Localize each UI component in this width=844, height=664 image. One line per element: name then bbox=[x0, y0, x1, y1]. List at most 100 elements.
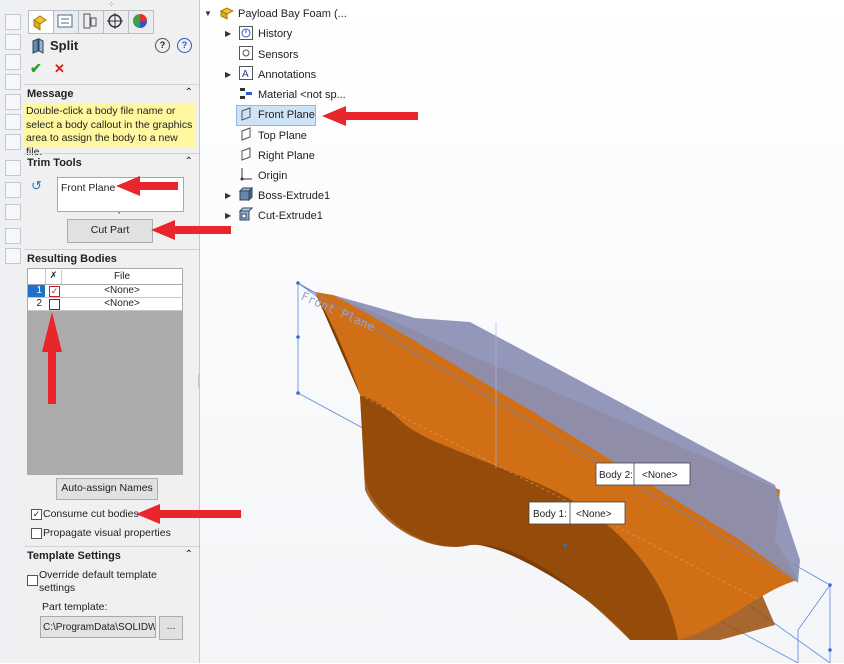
manager-tabs bbox=[24, 8, 199, 34]
toolbar-icon[interactable] bbox=[5, 54, 21, 70]
plane-icon bbox=[241, 107, 251, 121]
history-icon bbox=[239, 26, 253, 40]
ok-check-icon[interactable]: ✔ bbox=[30, 60, 42, 77]
toolbar-icon[interactable] bbox=[5, 228, 21, 244]
origin-icon bbox=[240, 168, 252, 181]
override-template-label: Override default template settings bbox=[39, 569, 157, 594]
cut-extrude-icon bbox=[239, 207, 253, 221]
help-tips-icon[interactable]: ? bbox=[155, 38, 170, 53]
configuration-icon bbox=[83, 13, 97, 29]
collapse-icon[interactable]: ⌃ bbox=[185, 87, 193, 98]
display-manager-icon bbox=[133, 14, 147, 28]
propagate-visual-label: Propagate visual properties bbox=[43, 527, 171, 539]
expand-arrow-icon[interactable]: ▶ bbox=[225, 191, 231, 200]
column-file-header: File bbox=[113, 271, 131, 282]
property-icon bbox=[57, 14, 73, 28]
bodies-table: ✗ File 1 ✓ <None> 2 <None> bbox=[27, 268, 183, 475]
collapse-icon[interactable]: ⌃ bbox=[185, 156, 193, 167]
tree-item-top-plane[interactable]: Top Plane bbox=[258, 127, 307, 145]
consume-cut-bodies-checkbox[interactable]: ✓ bbox=[31, 509, 42, 520]
property-manager: ⁘ Split ? ? ✔ ✕ Message ⌃ Double-click a… bbox=[24, 0, 200, 663]
tree-item-front-plane[interactable]: Front Plane bbox=[258, 106, 315, 124]
tab-configuration-manager[interactable] bbox=[78, 10, 104, 34]
toolbar-icon[interactable] bbox=[5, 94, 21, 110]
tree-item-annotations[interactable]: Annotations bbox=[258, 66, 316, 84]
auto-assign-names-button[interactable]: Auto-assign Names bbox=[56, 478, 158, 500]
tab-feature-manager[interactable] bbox=[28, 10, 54, 34]
table-row[interactable]: 2 <None> bbox=[28, 298, 182, 311]
propagate-visual-checkbox[interactable] bbox=[31, 528, 42, 539]
template-settings-header: Template Settings bbox=[27, 550, 121, 562]
command-strip bbox=[0, 0, 25, 663]
row-file[interactable]: <None> bbox=[62, 298, 182, 310]
toolbar-icon[interactable] bbox=[5, 114, 21, 130]
trim-tool-selection-box[interactable]: Front Plane bbox=[57, 177, 184, 212]
row-file[interactable]: <None> bbox=[62, 285, 182, 297]
panel-title: Split bbox=[50, 38, 79, 53]
plane-icon bbox=[241, 127, 251, 141]
expand-arrow-icon[interactable]: ▶ bbox=[225, 70, 231, 79]
row-index: 1 bbox=[28, 285, 45, 297]
message-text: Double-click a body file name or select … bbox=[24, 104, 195, 158]
toolbar-icon[interactable] bbox=[5, 160, 21, 176]
crosshair-icon bbox=[107, 13, 123, 29]
row-checkbox[interactable] bbox=[49, 299, 60, 310]
plane-icon bbox=[241, 147, 251, 161]
tree-item-right-plane[interactable]: Right Plane bbox=[258, 147, 315, 165]
cancel-x-icon[interactable]: ✕ bbox=[54, 61, 65, 77]
tab-dimxpert-manager[interactable] bbox=[103, 10, 129, 34]
toolbar-icon[interactable] bbox=[5, 248, 21, 264]
collapse-icon[interactable]: ⌃ bbox=[185, 549, 193, 560]
split-icon bbox=[32, 38, 44, 54]
resulting-bodies-header: Resulting Bodies bbox=[27, 253, 117, 265]
collapse-arrow-icon[interactable]: ▼ bbox=[204, 9, 212, 18]
table-header: ✗ File bbox=[28, 269, 182, 285]
extrude-icon bbox=[239, 187, 253, 201]
part-icon bbox=[220, 7, 234, 20]
tab-property-manager[interactable] bbox=[53, 10, 79, 34]
message-header: Message bbox=[27, 88, 74, 100]
row-index: 2 bbox=[36, 298, 42, 309]
trim-tools-header: Trim Tools bbox=[27, 157, 82, 169]
body-2-callout[interactable]: Body 2: <None> bbox=[595, 462, 691, 486]
body-1-name: Body 1: bbox=[533, 509, 567, 520]
tree-item-history[interactable]: History bbox=[258, 25, 292, 43]
trim-tool-icon: ↺ bbox=[31, 178, 42, 193]
toolbar-icon[interactable] bbox=[5, 134, 21, 150]
help-icon[interactable]: ? bbox=[177, 38, 192, 53]
body-1-callout[interactable]: Body 1: <None> bbox=[528, 501, 626, 525]
tab-display-manager[interactable] bbox=[128, 10, 154, 34]
cut-part-button[interactable]: Cut Part bbox=[67, 219, 153, 243]
tree-item-cut-extrude[interactable]: Cut-Extrude1 bbox=[258, 207, 323, 225]
feature-tree: ▼ Payload Bay Foam (... ▶ History Sensor… bbox=[200, 0, 844, 230]
toolbar-icon[interactable] bbox=[5, 34, 21, 50]
toolbar-icon[interactable] bbox=[5, 182, 21, 198]
body-2-value[interactable]: <None> bbox=[642, 470, 678, 481]
material-icon bbox=[240, 88, 252, 99]
resize-grip-icon[interactable]: ▪ bbox=[118, 210, 120, 217]
body-2-name: Body 2: bbox=[599, 470, 633, 481]
toolbar-icon[interactable] bbox=[5, 204, 21, 220]
override-template-checkbox[interactable] bbox=[27, 575, 38, 586]
body-1-value[interactable]: <None> bbox=[576, 509, 612, 520]
browse-button[interactable]: ... bbox=[159, 616, 183, 640]
part-template-label: Part template: bbox=[42, 601, 108, 613]
column-check-header: ✗ bbox=[46, 270, 62, 284]
tree-item-origin[interactable]: Origin bbox=[258, 167, 287, 185]
annotations-icon: A bbox=[239, 66, 253, 80]
svg-text:A: A bbox=[242, 69, 249, 80]
tree-root[interactable]: Payload Bay Foam (... bbox=[238, 5, 347, 23]
toolbar-icon[interactable] bbox=[5, 14, 21, 30]
table-row[interactable]: 1 ✓ <None> bbox=[28, 285, 182, 298]
expand-arrow-icon[interactable]: ▶ bbox=[225, 211, 231, 220]
tree-item-material[interactable]: Material <not sp... bbox=[258, 86, 346, 104]
tree-item-boss-extrude[interactable]: Boss-Extrude1 bbox=[258, 187, 330, 205]
trim-tool-value: Front Plane bbox=[61, 182, 116, 194]
sensors-icon bbox=[239, 46, 253, 60]
expand-arrow-icon[interactable]: ▶ bbox=[225, 29, 231, 38]
part-template-input[interactable]: C:\ProgramData\SOLIDWC bbox=[40, 616, 156, 638]
row-checkbox[interactable]: ✓ bbox=[49, 286, 60, 297]
tree-item-sensors[interactable]: Sensors bbox=[258, 46, 298, 64]
consume-cut-bodies-label: Consume cut bodies bbox=[43, 508, 139, 520]
toolbar-icon[interactable] bbox=[5, 74, 21, 90]
